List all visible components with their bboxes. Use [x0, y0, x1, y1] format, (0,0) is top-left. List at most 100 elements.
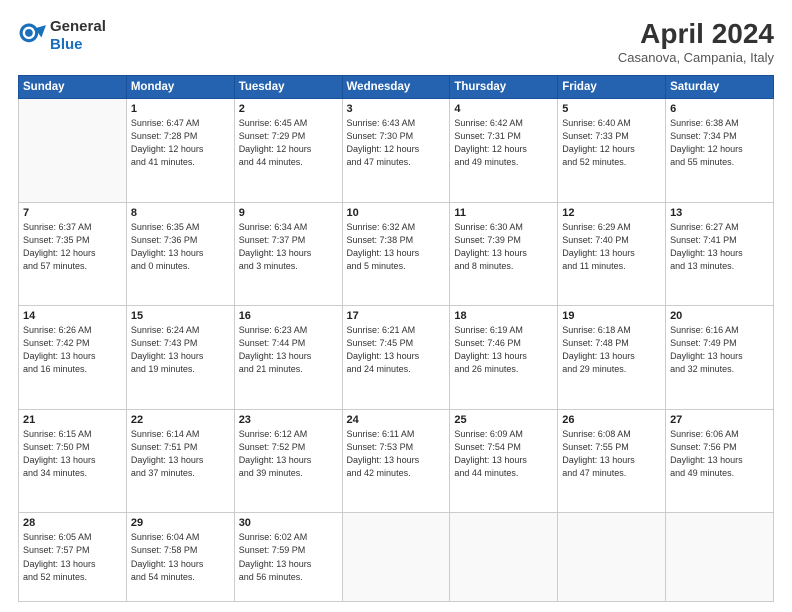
day-info: Sunrise: 6:38 AM Sunset: 7:34 PM Dayligh… — [670, 117, 769, 169]
day-info: Sunrise: 6:18 AM Sunset: 7:48 PM Dayligh… — [562, 324, 661, 376]
location: Casanova, Campania, Italy — [618, 50, 774, 65]
day-number: 27 — [670, 414, 769, 426]
calendar-cell: 25Sunrise: 6:09 AM Sunset: 7:54 PM Dayli… — [450, 409, 558, 513]
day-number: 18 — [454, 310, 553, 322]
week-row-4: 21Sunrise: 6:15 AM Sunset: 7:50 PM Dayli… — [19, 409, 774, 513]
day-number: 29 — [131, 517, 230, 529]
day-info: Sunrise: 6:29 AM Sunset: 7:40 PM Dayligh… — [562, 221, 661, 273]
calendar-cell: 17 Sunrise: 6:21 AM Sunset: 7:45 PM Dayli… — [342, 306, 450, 410]
weekday-header-thursday: Thursday — [450, 76, 558, 99]
day-info: Sunrise: 6:14 AM Sunset: 7:51 PM Dayligh… — [131, 428, 230, 480]
calendar-cell — [342, 513, 450, 602]
calendar-cell: 13Sunrise: 6:27 AM Sunset: 7:41 PM Dayli… — [666, 202, 774, 306]
day-number: 25 — [454, 414, 553, 426]
day-number: 30 — [239, 517, 338, 529]
day-info: Sunrise: 6:24 AM Sunset: 7:43 PM Dayligh… — [131, 324, 230, 376]
day-info: Sunrise: 6:11 AM Sunset: 7:53 PM Dayligh… — [347, 428, 446, 480]
day-number: 9 — [239, 207, 338, 219]
calendar-cell: 2 Sunrise: 6:45 AM Sunset: 7:29 PM Daylig… — [234, 99, 342, 203]
day-number: 8 — [131, 207, 230, 219]
weekday-header-monday: Monday — [126, 76, 234, 99]
day-info: Sunrise: 6:34 AM Sunset: 7:37 PM Dayligh… — [239, 221, 338, 273]
day-info: Sunrise: 6:32 AM Sunset: 7:38 PM Dayligh… — [347, 221, 446, 273]
day-info: Sunrise: 6:05 AM Sunset: 7:57 PM Dayligh… — [23, 531, 122, 583]
calendar-cell: 6 Sunrise: 6:38 AM Sunset: 7:34 PM Daylig… — [666, 99, 774, 203]
calendar-cell: 5Sunrise: 6:40 AM Sunset: 7:33 PM Daylig… — [558, 99, 666, 203]
logo: General Blue — [18, 18, 106, 54]
calendar-cell: 19 Sunrise: 6:18 AM Sunset: 7:48 PM Dayli… — [558, 306, 666, 410]
calendar-cell: 14Sunrise: 6:26 AM Sunset: 7:42 PM Dayli… — [19, 306, 127, 410]
calendar-cell: 23 Sunrise: 6:12 AM Sunset: 7:52 PM Dayli… — [234, 409, 342, 513]
calendar-cell — [666, 513, 774, 602]
weekday-header-friday: Friday — [558, 76, 666, 99]
calendar-cell: 9 Sunrise: 6:34 AM Sunset: 7:37 PM Daylig… — [234, 202, 342, 306]
calendar-cell: 24 Sunrise: 6:11 AM Sunset: 7:53 PM Dayli… — [342, 409, 450, 513]
day-number: 15 — [131, 310, 230, 322]
day-number: 3 — [347, 103, 446, 115]
month-title: April 2024 — [618, 18, 774, 50]
day-info: Sunrise: 6:15 AM Sunset: 7:50 PM Dayligh… — [23, 428, 122, 480]
calendar-cell: 15 Sunrise: 6:24 AM Sunset: 7:43 PM Dayli… — [126, 306, 234, 410]
calendar-cell: 4Sunrise: 6:42 AM Sunset: 7:31 PM Daylig… — [450, 99, 558, 203]
calendar-cell: 8Sunrise: 6:35 AM Sunset: 7:36 PM Daylig… — [126, 202, 234, 306]
logo-icon — [18, 22, 46, 50]
day-number: 10 — [347, 207, 446, 219]
day-info: Sunrise: 6:02 AM Sunset: 7:59 PM Dayligh… — [239, 531, 338, 583]
calendar-cell: 21Sunrise: 6:15 AM Sunset: 7:50 PM Dayli… — [19, 409, 127, 513]
calendar-cell — [19, 99, 127, 203]
day-info: Sunrise: 6:06 AM Sunset: 7:56 PM Dayligh… — [670, 428, 769, 480]
day-number: 23 — [239, 414, 338, 426]
weekday-header-saturday: Saturday — [666, 76, 774, 99]
day-info: Sunrise: 6:26 AM Sunset: 7:42 PM Dayligh… — [23, 324, 122, 376]
day-number: 19 — [562, 310, 661, 322]
logo-line1: General — [50, 18, 106, 36]
day-number: 16 — [239, 310, 338, 322]
day-number: 20 — [670, 310, 769, 322]
weekday-header-wednesday: Wednesday — [342, 76, 450, 99]
week-row-3: 14Sunrise: 6:26 AM Sunset: 7:42 PM Dayli… — [19, 306, 774, 410]
calendar-cell: 10 Sunrise: 6:32 AM Sunset: 7:38 PM Dayli… — [342, 202, 450, 306]
day-number: 22 — [131, 414, 230, 426]
day-number: 12 — [562, 207, 661, 219]
day-number: 1 — [131, 103, 230, 115]
weekday-header-sunday: Sunday — [19, 76, 127, 99]
logo-text: General Blue — [50, 18, 106, 54]
calendar-cell: 12 Sunrise: 6:29 AM Sunset: 7:40 PM Dayli… — [558, 202, 666, 306]
calendar-cell: 16Sunrise: 6:23 AM Sunset: 7:44 PM Dayli… — [234, 306, 342, 410]
day-number: 24 — [347, 414, 446, 426]
day-number: 28 — [23, 517, 122, 529]
calendar-cell: 22 Sunrise: 6:14 AM Sunset: 7:51 PM Dayli… — [126, 409, 234, 513]
day-info: Sunrise: 6:12 AM Sunset: 7:52 PM Dayligh… — [239, 428, 338, 480]
day-info: Sunrise: 6:08 AM Sunset: 7:55 PM Dayligh… — [562, 428, 661, 480]
day-info: Sunrise: 6:42 AM Sunset: 7:31 PM Dayligh… — [454, 117, 553, 169]
day-info: Sunrise: 6:47 AM Sunset: 7:28 PM Dayligh… — [131, 117, 230, 169]
calendar-cell: 20 Sunrise: 6:16 AM Sunset: 7:49 PM Dayli… — [666, 306, 774, 410]
calendar-cell: 7 Sunrise: 6:37 AM Sunset: 7:35 PM Daylig… — [19, 202, 127, 306]
calendar-cell: 3 Sunrise: 6:43 AM Sunset: 7:30 PM Daylig… — [342, 99, 450, 203]
week-row-5: 28 Sunrise: 6:05 AM Sunset: 7:57 PM Dayli… — [19, 513, 774, 602]
day-number: 11 — [454, 207, 553, 219]
day-number: 6 — [670, 103, 769, 115]
week-row-2: 7 Sunrise: 6:37 AM Sunset: 7:35 PM Daylig… — [19, 202, 774, 306]
day-number: 5 — [562, 103, 661, 115]
calendar-cell — [450, 513, 558, 602]
calendar-cell: 11 Sunrise: 6:30 AM Sunset: 7:39 PM Dayli… — [450, 202, 558, 306]
day-number: 17 — [347, 310, 446, 322]
calendar-table: SundayMondayTuesdayWednesdayThursdayFrid… — [18, 75, 774, 602]
calendar-cell: 29Sunrise: 6:04 AM Sunset: 7:58 PM Dayli… — [126, 513, 234, 602]
day-info: Sunrise: 6:37 AM Sunset: 7:35 PM Dayligh… — [23, 221, 122, 273]
day-info: Sunrise: 6:45 AM Sunset: 7:29 PM Dayligh… — [239, 117, 338, 169]
day-info: Sunrise: 6:30 AM Sunset: 7:39 PM Dayligh… — [454, 221, 553, 273]
calendar-cell: 30 Sunrise: 6:02 AM Sunset: 7:59 PM Dayli… — [234, 513, 342, 602]
calendar-cell: 26Sunrise: 6:08 AM Sunset: 7:55 PM Dayli… — [558, 409, 666, 513]
calendar-cell — [558, 513, 666, 602]
day-number: 7 — [23, 207, 122, 219]
day-number: 2 — [239, 103, 338, 115]
day-info: Sunrise: 6:16 AM Sunset: 7:49 PM Dayligh… — [670, 324, 769, 376]
day-info: Sunrise: 6:43 AM Sunset: 7:30 PM Dayligh… — [347, 117, 446, 169]
day-info: Sunrise: 6:21 AM Sunset: 7:45 PM Dayligh… — [347, 324, 446, 376]
calendar-cell: 18 Sunrise: 6:19 AM Sunset: 7:46 PM Dayli… — [450, 306, 558, 410]
header: General Blue April 2024 Casanova, Campan… — [18, 18, 774, 65]
day-info: Sunrise: 6:19 AM Sunset: 7:46 PM Dayligh… — [454, 324, 553, 376]
title-block: April 2024 Casanova, Campania, Italy — [618, 18, 774, 65]
